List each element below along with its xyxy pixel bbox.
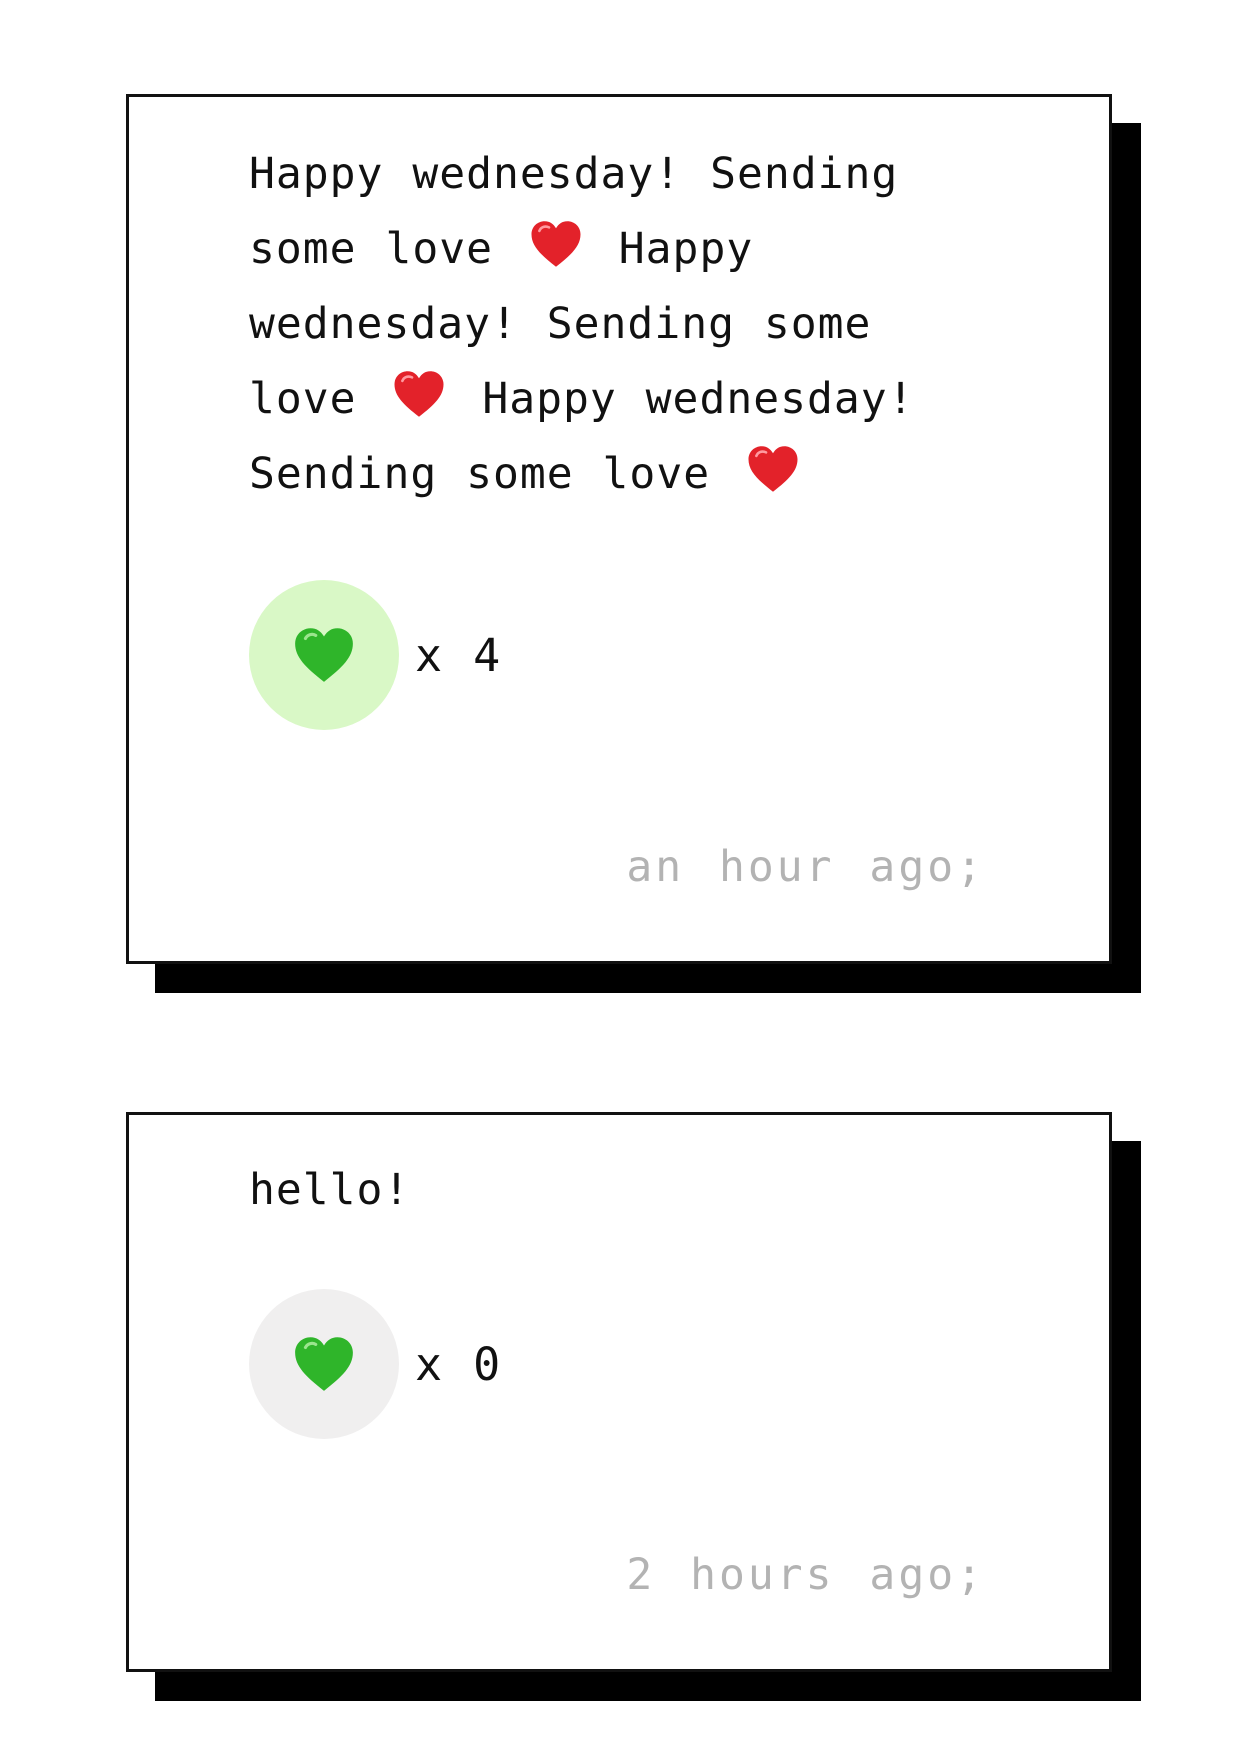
red-heart-icon — [528, 217, 584, 271]
reaction-count: x 4 — [415, 628, 503, 682]
red-heart-icon — [391, 367, 447, 421]
green-heart-reaction-button[interactable] — [249, 580, 399, 730]
post-card: hello! x 0 2 hours ago; — [126, 1112, 1112, 1672]
post-timestamp: an hour ago; — [626, 842, 985, 892]
post-message: hello! — [249, 1165, 411, 1215]
green-heart-icon — [291, 1333, 357, 1395]
red-heart-icon — [745, 442, 801, 496]
green-heart-reaction-button[interactable] — [249, 1289, 399, 1439]
green-heart-icon — [291, 624, 357, 686]
post-message: Happy wednesday! Sending some love Happy… — [249, 149, 915, 499]
reaction-row: x 4 — [249, 580, 502, 730]
reaction-row: x 0 — [249, 1289, 502, 1439]
post-card: Happy wednesday! Sending some love Happy… — [126, 94, 1112, 964]
reaction-count: x 0 — [415, 1337, 503, 1391]
post-timestamp: 2 hours ago; — [626, 1550, 985, 1600]
